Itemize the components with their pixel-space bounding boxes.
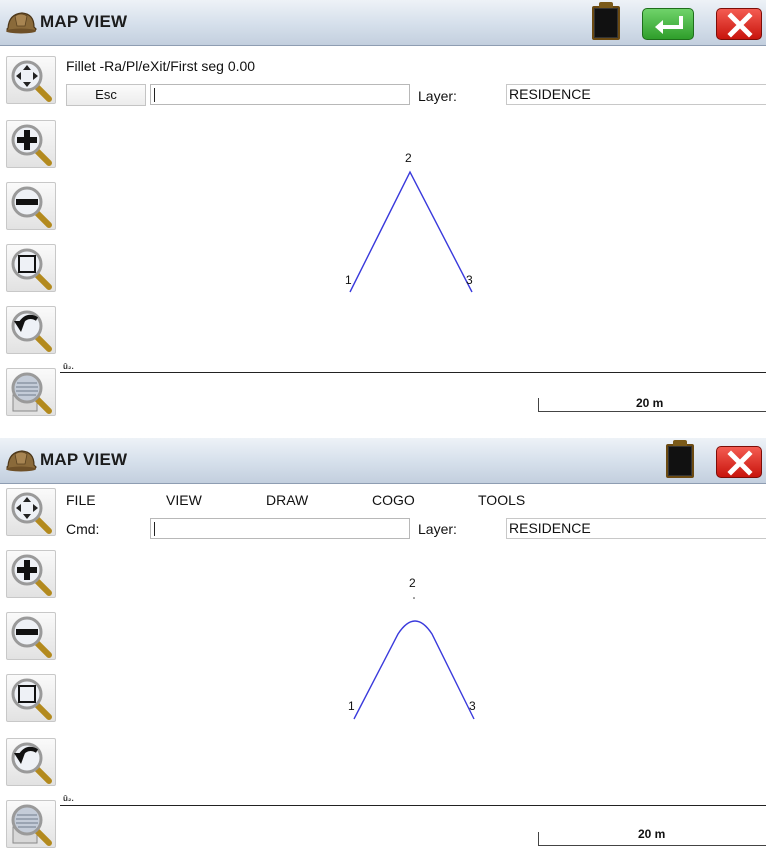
- point-label-1: 1: [348, 699, 355, 713]
- point-label-1: 1: [345, 273, 352, 287]
- point-label-2: 2: [405, 151, 412, 165]
- map-view-panel-bottom: MAP VIEW FILE VIEW DRAW COGO TOOLS Cmd: …: [0, 438, 766, 850]
- axis-marker: û₂.: [63, 362, 74, 371]
- map-view-panel-top: MAP VIEW Fillet -Ra/Pl/eXit/First seg 0.…: [0, 0, 766, 432]
- scale-label: 20 m: [636, 396, 664, 410]
- scale-bar-line: [538, 411, 766, 412]
- canvas-bottom-line: [60, 805, 766, 806]
- point-label-3: 3: [469, 699, 476, 713]
- scale-bar-tick: [538, 398, 539, 412]
- polyline-segment: [349, 170, 473, 293]
- point-2-marker: [413, 597, 415, 599]
- point-label-3: 3: [466, 273, 473, 287]
- point-label-2: 2: [409, 576, 416, 590]
- axis-marker: û₂.: [63, 794, 74, 803]
- scale-label: 20 m: [638, 827, 666, 841]
- filleted-polyline: [353, 620, 475, 720]
- scale-bar-line: [538, 845, 766, 846]
- map-canvas[interactable]: 1 2 3: [0, 0, 766, 432]
- canvas-bottom-line: [60, 372, 766, 373]
- map-canvas[interactable]: 1 2 3: [0, 438, 766, 850]
- scale-bar-tick: [538, 832, 539, 846]
